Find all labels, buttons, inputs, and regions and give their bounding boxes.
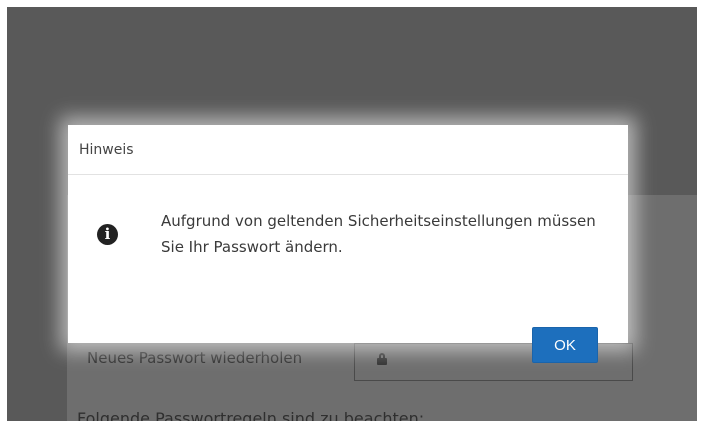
- dialog-title: Hinweis: [79, 141, 134, 158]
- dialog-body: i Aufgrund von geltenden Sicherheitseins…: [68, 175, 628, 363]
- lock-icon: [377, 353, 387, 365]
- info-icon: i: [97, 224, 118, 245]
- ok-button[interactable]: OK: [532, 327, 598, 363]
- dialog-header: Hinweis: [68, 125, 628, 175]
- notice-dialog: Hinweis i Aufgrund von geltenden Sicherh…: [68, 125, 628, 363]
- repeat-password-label: Neues Passwort wiederholen: [87, 349, 303, 367]
- dialog-message: Aufgrund von geltenden Sicherheitseinste…: [161, 212, 596, 256]
- screen: Neues Passwort wiederholen Folgende Pass…: [0, 0, 704, 421]
- password-rules-heading: Folgende Passwortregeln sind zu beachten…: [77, 409, 425, 421]
